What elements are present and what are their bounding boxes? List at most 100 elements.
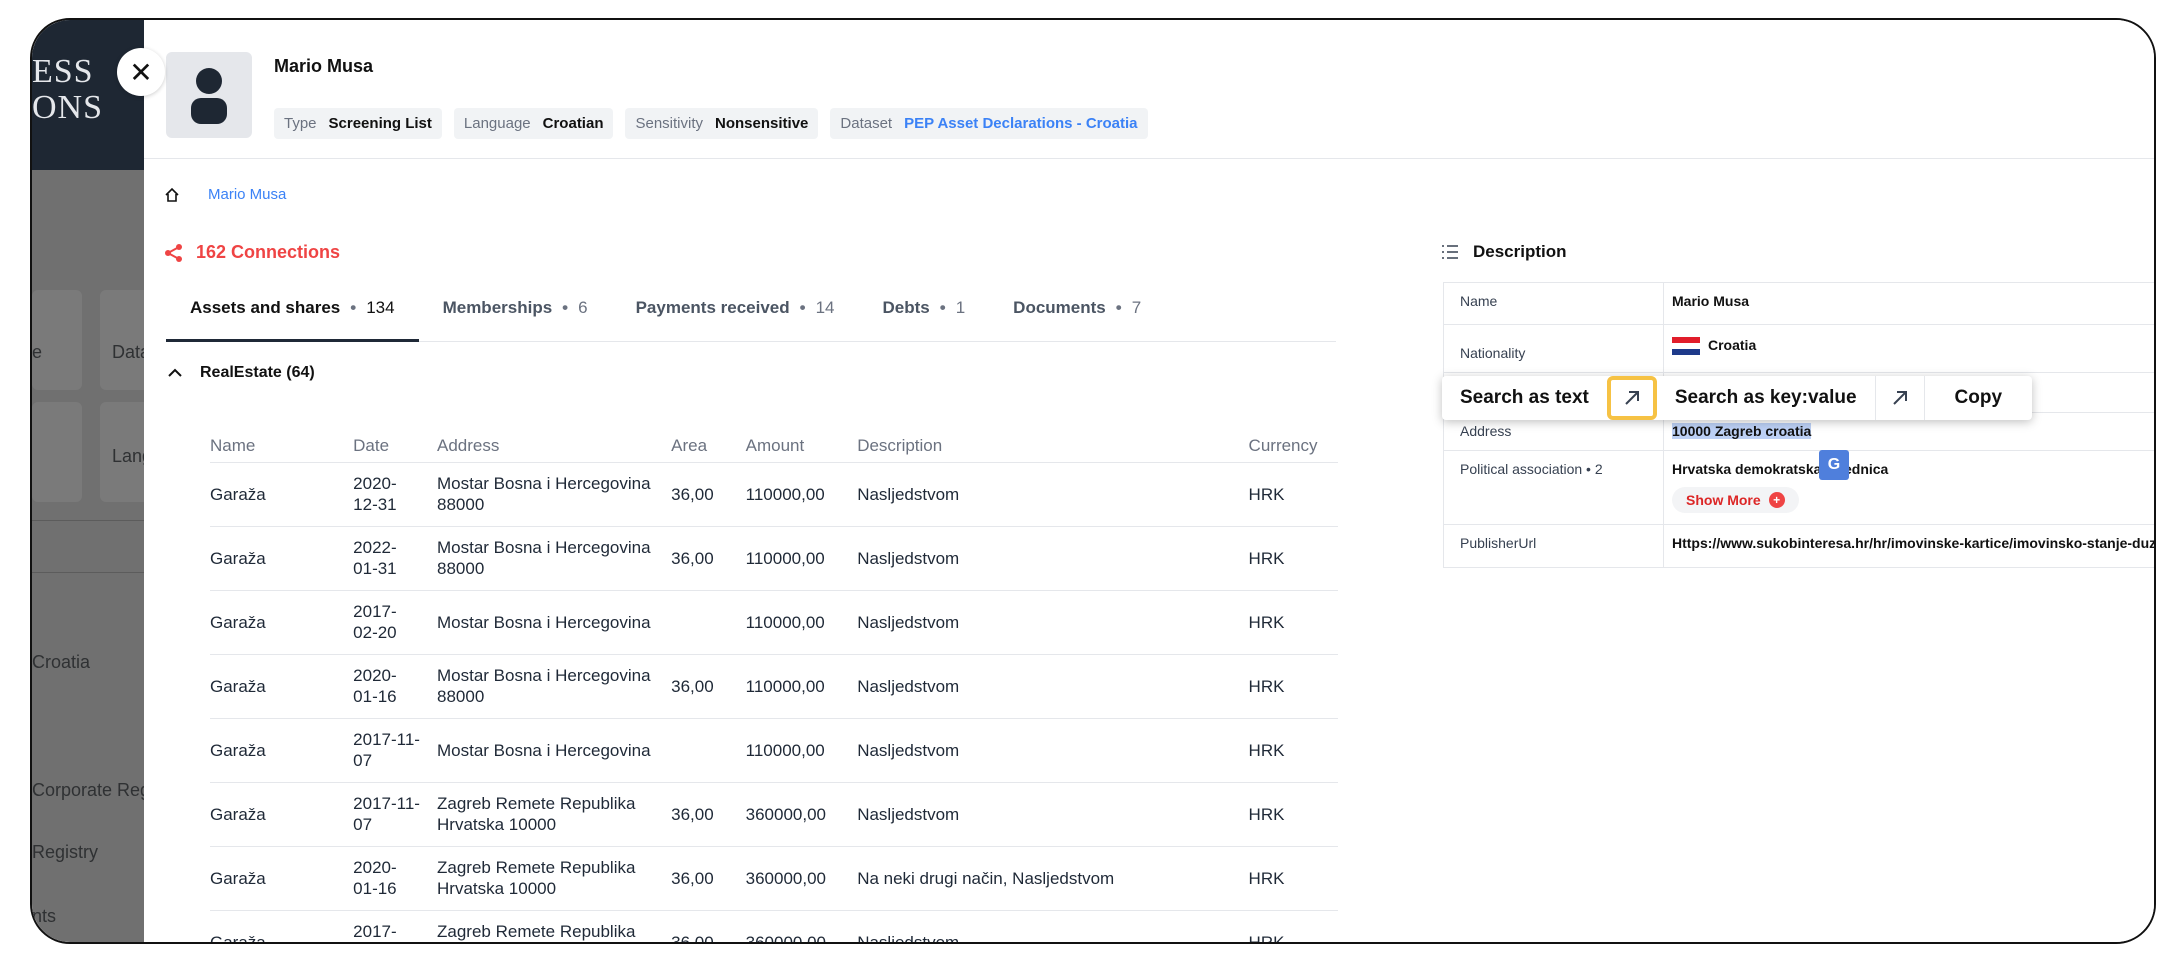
table-row[interactable]: Garaža 2017-11- 07 Mostar Bosna i Hercegov…: [210, 717, 1338, 782]
col-area[interactable]: Area: [671, 416, 746, 462]
col-amount[interactable]: Amount: [746, 416, 858, 462]
col-date[interactable]: Date: [353, 416, 437, 462]
cell-amount: 110000,00: [745, 717, 858, 782]
tab-debts[interactable]: Debts • 1: [859, 298, 990, 342]
group-label: RealEstate (64): [200, 364, 315, 381]
cell-currency: HRK: [1248, 589, 1338, 654]
cell-amount: 360000,00: [745, 909, 858, 942]
tab-documents[interactable]: Documents • 7: [989, 298, 1165, 342]
publisher-url[interactable]: Https://www.sukobinteresa.hr/hr/imovinsk…: [1664, 525, 2154, 567]
profile-chips: Type Screening List Language Croatian Sens…: [274, 108, 1148, 139]
show-more-button[interactable]: Show More +: [1672, 487, 1799, 513]
cell-name: Garaža: [210, 909, 354, 942]
chip-sensitivity: Sensitivity Nonsensitive: [625, 108, 819, 139]
cell-area: 36,00: [671, 525, 746, 590]
assets-table: Name Date Address Area Amount Descriptio…: [210, 416, 1338, 942]
chip-language: Language Croatian: [453, 108, 614, 139]
search-as-key-value-button[interactable]: Search as key:value: [1657, 387, 1875, 409]
cell-name: Garaža: [210, 845, 354, 910]
cell-currency: HRK: [1248, 461, 1338, 526]
tab-payments-received[interactable]: Payments received • 14: [612, 298, 859, 342]
cell-description: Na neki drugi način, Nasljedstvom: [857, 845, 1249, 910]
cell-amount: 110000,00: [745, 653, 858, 718]
cell-amount: 360000,00: [745, 781, 858, 846]
open-search-kv-button[interactable]: [1874, 376, 1925, 420]
description-table: Name Mario Musa Nationality Croatia Addres…: [1443, 282, 2154, 568]
person-icon: [191, 68, 227, 124]
cell-date: 2022- 01-31: [353, 525, 437, 590]
background-divider: [32, 572, 152, 573]
cell-name: Garaža: [210, 717, 354, 782]
cell-amount: 110000,00: [745, 461, 858, 526]
cell-address: Zagreb Remete Republika Hrvatska 10000: [437, 845, 672, 910]
table-row[interactable]: Garaža 2020- 01-16 Zagreb Remete Republika…: [210, 845, 1338, 910]
cell-amount: 110000,00: [745, 589, 858, 654]
table-row[interactable]: Garaža 2017- 02-20 Mostar Bosna i Hercegov…: [210, 589, 1338, 654]
table-row[interactable]: Garaža 2020- 01-16 Mostar Bosna i Hercegov…: [210, 653, 1338, 718]
home-icon[interactable]: [164, 187, 180, 203]
breadcrumb-current[interactable]: Mario Musa: [208, 186, 286, 203]
background-item: Registry: [32, 842, 99, 862]
breadcrumb: Mario Musa: [164, 186, 286, 203]
chip-dataset[interactable]: Dataset PEP Asset Declarations - Croatia: [830, 108, 1148, 139]
background-item: nts: [32, 906, 57, 926]
cell-address: Mostar Bosna i Hercegovina 88000: [437, 525, 672, 590]
cell-description: Nasljedstvom: [857, 589, 1249, 654]
search-as-text-button[interactable]: Search as text: [1442, 387, 1607, 409]
cell-amount: 360000,00: [745, 845, 858, 910]
desc-row-political: Political association • 2 Hrvatska demokr…: [1444, 451, 2154, 525]
cell-date: 2020- 01-16: [353, 845, 437, 910]
cell-currency: HRK: [1248, 717, 1338, 782]
google-translate-icon[interactable]: G: [1819, 450, 1849, 480]
close-button[interactable]: ✕: [117, 48, 165, 96]
list-icon: [1442, 245, 1458, 259]
description-title: Description: [1441, 242, 1567, 262]
col-description[interactable]: Description: [857, 416, 1248, 462]
col-name[interactable]: Name: [210, 416, 353, 462]
table-row[interactable]: Garaža 2020- 12-31 Mostar Bosna i Hercegov…: [210, 461, 1338, 526]
connections-link[interactable]: 162 Connections: [164, 242, 340, 263]
background-card: [32, 402, 82, 502]
cell-area: 36,00: [671, 845, 746, 910]
desc-row-publisher: PublisherUrl Https://www.sukobinteresa.hr…: [1444, 525, 2154, 567]
cell-description: Nasljedstvom: [857, 653, 1249, 718]
profile-drawer: Mario Musa Type Screening List Language Cr…: [144, 20, 2154, 942]
arrow-up-right-icon: [1892, 391, 1907, 405]
cell-date: 2017-11- 07: [353, 717, 437, 782]
cell-date: 2017-11- 07: [353, 781, 437, 846]
open-search-text-button[interactable]: [1606, 376, 1657, 420]
copy-button[interactable]: Copy: [1925, 387, 2033, 409]
cell-name: Garaža: [210, 525, 354, 590]
close-icon: ✕: [129, 56, 153, 88]
arrow-up-right-icon: [1625, 391, 1639, 405]
background-divider: [32, 520, 152, 521]
address-value-selected[interactable]: 10000 Zagreb croatia: [1672, 423, 1812, 439]
cell-address: Mostar Bosna i Hercegovina: [437, 717, 672, 782]
background-item: e: [32, 342, 43, 362]
table-row[interactable]: Garaža 2017-11- 07 Zagreb Remete Republika…: [210, 781, 1338, 846]
background-card: [32, 290, 82, 390]
tab-assets-and-shares[interactable]: Assets and shares • 134: [166, 298, 419, 342]
cell-currency: HRK: [1248, 909, 1338, 942]
cell-area: [671, 589, 746, 654]
desc-row-nationality: Nationality Croatia: [1444, 325, 2154, 373]
cell-description: Nasljedstvom: [857, 781, 1249, 846]
col-address[interactable]: Address: [437, 416, 671, 462]
plus-icon: +: [1768, 492, 1785, 508]
cell-currency: HRK: [1248, 653, 1338, 718]
cell-address: Zagreb Remete Republika Hrvatska 10000: [437, 781, 672, 846]
table-row[interactable]: Garaža 2022- 01-31 Mostar Bosna i Hercegov…: [210, 525, 1338, 590]
group-toggle[interactable]: RealEstate (64): [168, 364, 315, 382]
tab-bar: Assets and shares • 134 Memberships • 6 Paym…: [166, 298, 1336, 342]
table-header: Name Date Address Area Amount Descriptio…: [210, 416, 1338, 462]
background-overlay: [32, 170, 152, 942]
political-value[interactable]: Hrvatska demokratska zajednica: [1672, 461, 2154, 477]
cell-area: [671, 717, 746, 782]
app-frame: ESS ONS e Data Lang Croatia Corporate Reg…: [30, 18, 2156, 944]
background-item: Croatia: [32, 652, 91, 672]
table-row[interactable]: Garaža2017- 02-20Zagreb Remete Republika…: [210, 909, 1338, 942]
col-currency[interactable]: Currency: [1249, 416, 1338, 462]
cell-area: 36,00: [671, 781, 746, 846]
cell-name: Garaža: [210, 781, 354, 846]
tab-memberships[interactable]: Memberships • 6: [419, 298, 612, 342]
